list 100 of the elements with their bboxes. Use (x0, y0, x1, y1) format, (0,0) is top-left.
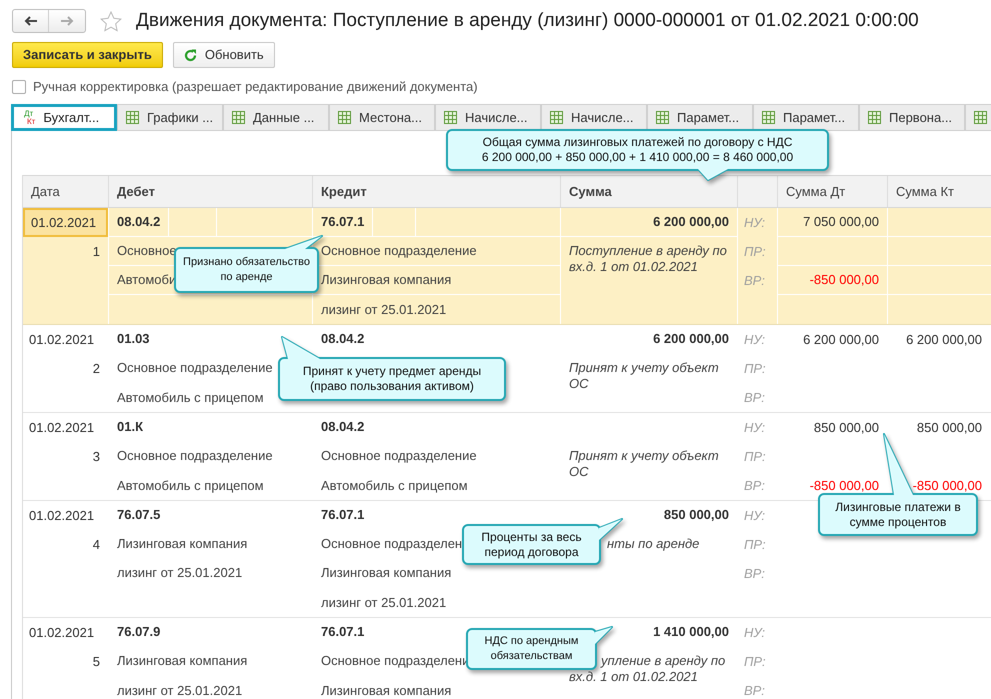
subconto-text: Лизинговая компания (117, 652, 248, 670)
table-icon (868, 111, 881, 124)
date-text: 01.02.2021 (29, 506, 94, 525)
forward-arrow-icon (60, 16, 74, 26)
comment-text: упление в аренду по (601, 653, 726, 669)
amount-text: 850 000,00 (664, 506, 729, 524)
amount-text: 1 410 000,00 (653, 623, 729, 642)
account-code: 08.04.2 (117, 213, 160, 232)
amount-text: 850 000,00 (814, 418, 879, 437)
refresh-icon (184, 48, 197, 62)
comment-text: Принят к учету объект ОС (569, 360, 720, 392)
accounting-type-label: ВР: (744, 564, 765, 583)
subconto-text: лизинг от 25.01.2021 (117, 682, 242, 699)
accounting-type-label: НУ: (744, 418, 766, 437)
accounting-type-label: ВР: (744, 476, 765, 495)
debit-icon-text: Дт (23, 110, 34, 118)
table-icon (762, 111, 775, 124)
subconto-text: Лизинговая компания (321, 682, 452, 699)
accounting-type-label: НУ: (744, 624, 766, 642)
tab[interactable]: Парамет... (753, 104, 859, 131)
comment-text: Поступление в аренду по вх.д. 1 от 01.02.2021 (569, 243, 728, 275)
column-header: Дата (31, 182, 60, 201)
comment-text: вх.д. 1 от 01.02.2021 (569, 669, 699, 685)
comment-text: нты по аренде (607, 536, 700, 552)
subconto-text: Лизинговая компания (321, 271, 452, 290)
amount-text: 6 200 000,00 (653, 330, 729, 348)
column-header: Дебет (117, 182, 155, 201)
accounting-type-label: ПР: (744, 652, 766, 671)
amount-text: 6 200 000,00 (906, 330, 982, 349)
table-icon (444, 111, 457, 124)
tab[interactable]: Данные ... (223, 104, 329, 131)
subconto-text: Автомобиль с прицепом (321, 476, 468, 495)
tab[interactable]: Начисле... (435, 104, 541, 131)
subconto-text: Основное подразделен (321, 535, 462, 554)
account-code: 76.07.5 (117, 506, 160, 524)
table-icon (232, 111, 245, 124)
account-code: 01.03 (117, 330, 150, 348)
checkbox-label: Ручная корректировка (разрешает редактирование движений документа) (33, 78, 478, 96)
table-icon (656, 111, 669, 124)
table-icon (126, 111, 139, 124)
subconto-text: Лизинговая компания (321, 564, 452, 582)
callout-text: Общая сумма лизинговых платежей по договору с НДС 6 200 000,00 + 850 000,00 + 1 410 000,00 = 8 460 000,00 (480, 135, 794, 165)
subconto-text: лизинг от 25.01.2021 (321, 300, 446, 319)
tab[interactable]: Местона... (329, 104, 435, 131)
date-text: 01.02.2021 (29, 418, 94, 437)
column-header: Сумма Кт (896, 182, 954, 201)
row-number: 4 (92, 536, 100, 554)
tab[interactable]: Начисле... (541, 104, 647, 131)
table-row[interactable] (23, 208, 991, 325)
refresh-button[interactable]: Обновить (172, 42, 275, 68)
row-number: 5 (92, 652, 100, 671)
account-code: 76.07.1 (321, 506, 364, 524)
accounting-type-label: ВР: (744, 682, 765, 699)
amount-text: -850 000,00 (810, 476, 879, 495)
row-number: 1 (92, 242, 100, 261)
date-text: 01.02.2021 (29, 330, 94, 349)
accounting-type-label: НУ: (744, 214, 766, 232)
tab[interactable]: Графики ... (117, 104, 223, 131)
accounting-type-label: НУ: (744, 330, 766, 349)
subconto-text: Основное подразделени (321, 652, 470, 670)
account-code: 76.07.1 (321, 623, 364, 642)
account-code: 76.07.9 (117, 623, 160, 642)
window-title: Движения документа: Поступление в аренду (лизинг) 0000-000001 от 01.02.2021 0:00:00 (136, 8, 919, 33)
tab[interactable]: Парамет... (647, 104, 753, 131)
table-icon (974, 111, 987, 124)
subconto-text: Основное подразделение (117, 447, 273, 466)
accounting-type-label: ВР: (744, 272, 765, 290)
checkbox[interactable] (12, 80, 26, 94)
callout-text: НДС по арендным обязательствам (484, 634, 580, 664)
account-code: 76.07.1 (321, 213, 364, 232)
date-text: 01.02.2021 (29, 624, 94, 642)
save-and-close-button[interactable]: Записать и закрыть (12, 42, 163, 68)
credit-icon-text: Кт (27, 118, 36, 126)
amount-text: -850 000,00 (810, 271, 879, 290)
accounting-type-label: ВР: (744, 388, 765, 407)
tab[interactable]: Первона... (859, 104, 965, 131)
back-arrow-icon (24, 16, 38, 26)
callout-text: Принят к учету предмет аренды (право пользования активом) (302, 364, 482, 394)
row-number: 3 (92, 448, 100, 466)
accounting-type-label: ПР: (744, 360, 766, 378)
table-icon (550, 111, 563, 124)
star-icon[interactable] (100, 10, 122, 32)
subconto-text: Основное подразделение (321, 242, 477, 260)
subconto-text: Автомобиль с прицепом (117, 388, 264, 407)
amount-text: 7 050 000,00 (803, 213, 879, 232)
callout-text: Лизинговые платежи в сумме процентов (834, 500, 962, 530)
subconto-text: Автомобиль с прицепом (117, 476, 264, 495)
subconto-text: лизинг от 25.01.2021 (117, 564, 242, 582)
comment-text: Принят к учету объект ОС (569, 448, 720, 480)
account-code: 01.К (117, 418, 144, 436)
subconto-text: лизинг от 25.01.2021 (321, 594, 446, 612)
amount-text: 850 000,00 (916, 418, 982, 437)
amount-text: -850 000,00 (912, 476, 982, 495)
subconto-text: Основное подразделение (321, 447, 477, 466)
accounting-type-label: ПР: (744, 536, 766, 554)
account-code: 08.04.2 (321, 418, 364, 436)
column-header: Сумма (569, 182, 612, 201)
accounting-type-label: ПР: (744, 448, 766, 466)
date-text: 01.02.2021 (31, 214, 96, 232)
subconto-text: Автомоби (117, 271, 176, 290)
